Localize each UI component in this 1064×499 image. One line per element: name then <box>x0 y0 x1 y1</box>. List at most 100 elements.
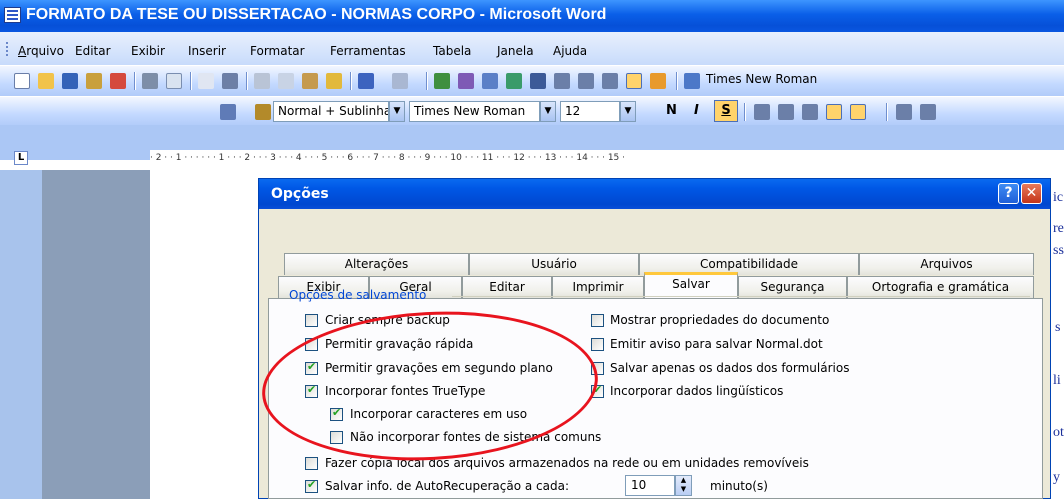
toolbar-separator <box>886 103 888 121</box>
style-dropdown-icon[interactable]: ▼ <box>389 101 405 122</box>
insert-excel-icon[interactable] <box>506 73 522 89</box>
spelling-icon[interactable] <box>198 73 214 89</box>
text-fragment: re <box>1053 221 1064 236</box>
label-dados-linguisticos[interactable]: Incorporar dados lingüísticos <box>610 384 783 398</box>
align-right-icon[interactable] <box>802 104 818 120</box>
tab-ortografia[interactable]: Ortografia e gramática <box>847 276 1034 298</box>
research-icon[interactable] <box>222 73 238 89</box>
text-fragment: ss <box>1053 243 1064 258</box>
line-spacing-icon[interactable] <box>850 104 866 120</box>
tab-usuario[interactable]: Usuário <box>469 253 639 275</box>
vertical-ruler <box>0 170 42 499</box>
style-combo[interactable]: Normal + Sublinhadc <box>273 101 389 122</box>
align-left-icon[interactable] <box>554 73 570 89</box>
open-folder-icon[interactable] <box>38 73 54 89</box>
tables-borders-icon[interactable] <box>458 73 474 89</box>
styles-formatting-icon[interactable] <box>255 104 271 120</box>
tab-seguranca[interactable]: Segurança <box>738 276 847 298</box>
menu-bar: Arquivo Editar Exibir Inserir Formatar F… <box>0 32 1064 65</box>
new-document-icon[interactable] <box>14 73 30 89</box>
format-painter-icon[interactable] <box>326 73 342 89</box>
hyperlink-icon[interactable] <box>434 73 450 89</box>
undo-icon[interactable] <box>358 73 374 89</box>
save-icon[interactable] <box>62 73 78 89</box>
print-icon[interactable] <box>142 73 158 89</box>
justify-icon[interactable] <box>626 73 642 89</box>
permission-icon[interactable] <box>86 73 102 89</box>
toolbar-separator <box>744 103 746 121</box>
tab-arquivos[interactable]: Arquivos <box>859 253 1034 275</box>
copy-icon[interactable] <box>278 73 294 89</box>
menu-ferramentas[interactable]: Ferramentas <box>330 44 406 58</box>
menu-inserir[interactable]: Inserir <box>188 44 226 58</box>
tab-salvar[interactable]: Salvar <box>644 272 738 298</box>
checkbox-criar-backup[interactable] <box>305 314 318 327</box>
menu-arquivo[interactable]: Arquivo <box>18 44 64 58</box>
size-dropdown-icon[interactable]: ▼ <box>620 101 636 122</box>
reading-icon[interactable] <box>684 73 700 89</box>
insert-table-icon[interactable] <box>482 73 498 89</box>
italic-button[interactable]: I <box>694 103 699 118</box>
dialog-title-bar: Opções ? ✕ <box>259 179 1050 209</box>
columns-icon[interactable] <box>530 73 546 89</box>
checkbox-aviso-normal[interactable] <box>591 338 604 351</box>
print-preview-icon[interactable] <box>166 73 182 89</box>
show-hide-icon[interactable] <box>650 73 666 89</box>
toolbar-separator <box>350 72 352 90</box>
size-combo[interactable]: 12 <box>560 101 620 122</box>
label-aviso-normal[interactable]: Emitir aviso para salvar Normal.dot <box>610 337 823 351</box>
tab-selector[interactable]: L <box>14 151 28 165</box>
autorecover-minutes-input[interactable]: 10 <box>625 475 675 496</box>
bold-button[interactable]: N <box>666 103 677 118</box>
checkbox-copia-local[interactable] <box>305 457 318 470</box>
text-fragment: ot <box>1053 425 1064 440</box>
text-fragment: y <box>1053 470 1060 485</box>
close-button[interactable]: ✕ <box>1021 183 1042 204</box>
center-icon[interactable] <box>578 73 594 89</box>
help-button[interactable]: ? <box>998 183 1019 204</box>
ruler-marks: · 2 · · 1 · · · · · · 1 · · · 2 · · · 3 … <box>150 153 626 163</box>
label-minutos: minuto(s) <box>710 479 768 493</box>
word-title-bar: FORMATO DA TESE OU DISSERTACAO - NORMAS … <box>0 0 1064 32</box>
menu-janela[interactable]: Janela <box>497 44 534 58</box>
paste-icon[interactable] <box>302 73 318 89</box>
label-dados-formularios[interactable]: Salvar apenas os dados dos formulários <box>610 361 849 375</box>
menu-formatar[interactable]: Formatar <box>250 44 305 58</box>
tab-editar[interactable]: Editar <box>462 276 552 298</box>
menu-grip[interactable] <box>6 42 10 56</box>
font-dropdown-icon[interactable]: ▼ <box>540 101 556 122</box>
minutes-spinner-icon[interactable]: ▲ ▼ <box>675 475 692 496</box>
menu-ajuda[interactable]: Ajuda <box>553 44 587 58</box>
checkbox-mostrar-propriedades[interactable] <box>591 314 604 327</box>
justify-icon[interactable] <box>826 104 842 120</box>
cut-icon[interactable] <box>254 73 270 89</box>
toolbar-separator <box>426 72 428 90</box>
menu-tabela[interactable]: Tabela <box>433 44 471 58</box>
label-autorecuperacao[interactable]: Salvar info. de AutoRecuperação a cada: <box>325 479 569 493</box>
standard-toolbar: Times New Roman <box>0 65 1064 96</box>
menu-editar[interactable]: Editar <box>75 44 111 58</box>
checkbox-autorecuperacao[interactable] <box>305 478 318 493</box>
formatting-toolbar: Normal + Sublinhadc ▼ Times New Roman ▼ … <box>0 96 1064 126</box>
tab-alteracoes[interactable]: Alterações <box>284 253 469 275</box>
styles-pane-icon[interactable] <box>220 104 236 120</box>
text-fragment: s <box>1055 320 1061 335</box>
align-left-icon[interactable] <box>754 104 770 120</box>
font-combo[interactable]: Times New Roman <box>409 101 540 122</box>
menu-exibir[interactable]: Exibir <box>131 44 165 58</box>
font-name-top[interactable]: Times New Roman <box>702 70 862 91</box>
numbering-icon[interactable] <box>896 104 912 120</box>
tab-imprimir[interactable]: Imprimir <box>552 276 644 298</box>
word-document-icon <box>4 7 21 23</box>
label-mostrar-propriedades[interactable]: Mostrar propriedades do documento <box>610 313 829 327</box>
toolbar-separator <box>246 72 248 90</box>
text-fragment: ic <box>1053 190 1064 205</box>
align-right-icon[interactable] <box>602 73 618 89</box>
group-label: Opções de salvamento <box>289 288 427 302</box>
email-icon[interactable] <box>110 73 126 89</box>
bullets-icon[interactable] <box>920 104 936 120</box>
redo-icon[interactable] <box>392 73 408 89</box>
center-icon[interactable] <box>778 104 794 120</box>
group-divider <box>452 296 1030 297</box>
underline-button[interactable]: S <box>714 100 738 122</box>
